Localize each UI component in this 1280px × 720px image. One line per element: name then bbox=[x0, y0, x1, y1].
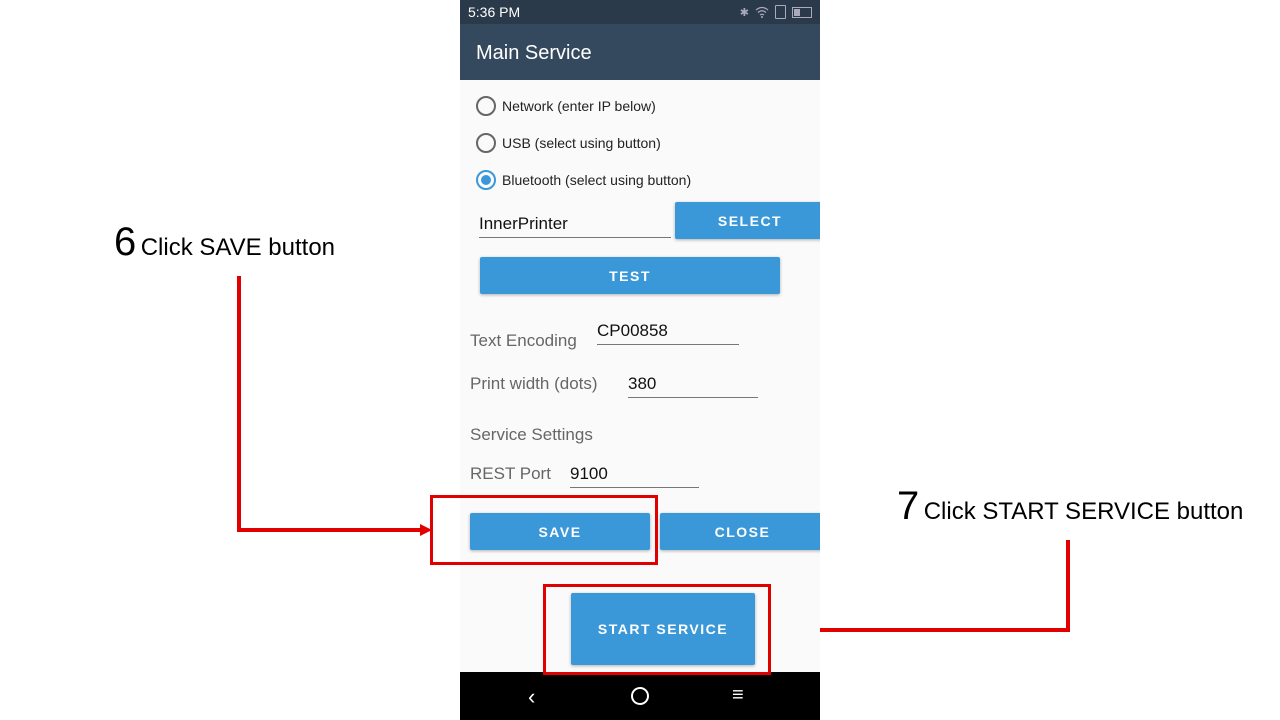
back-icon[interactable]: ‹ bbox=[528, 684, 535, 710]
save-highlight-box bbox=[430, 495, 658, 565]
step7-text: Click START SERVICE button bbox=[923, 498, 1244, 525]
menu-icon[interactable]: ≡ bbox=[732, 684, 744, 707]
step6-line-horizontal bbox=[237, 528, 421, 532]
text-encoding-field[interactable]: CP00858 bbox=[597, 321, 739, 345]
test-button[interactable]: TEST bbox=[480, 257, 780, 294]
radio-bluetooth[interactable]: Bluetooth (select using button) bbox=[476, 170, 691, 190]
app-bar: Main Service bbox=[460, 24, 820, 80]
rest-port-field[interactable]: 9100 bbox=[570, 464, 699, 488]
step6-number: 6 bbox=[114, 220, 137, 264]
rest-port-label: REST Port bbox=[470, 464, 551, 483]
radio-usb-label: USB (select using button) bbox=[502, 135, 661, 151]
status-time: 5:36 PM bbox=[468, 4, 521, 20]
step7-line-vertical bbox=[1066, 540, 1070, 632]
service-settings-heading: Service Settings bbox=[470, 425, 593, 444]
printer-name-field[interactable]: InnerPrinter bbox=[479, 214, 671, 238]
page-title: Main Service bbox=[476, 42, 592, 64]
step7-line-horizontal bbox=[780, 628, 1070, 632]
step7-annotation: 7 Click START SERVICE button bbox=[897, 484, 1243, 529]
step6-text: Click SAVE button bbox=[140, 234, 336, 261]
wifi-icon bbox=[755, 6, 769, 18]
status-icons: ✱ bbox=[740, 5, 812, 19]
radio-network-label: Network (enter IP below) bbox=[502, 98, 656, 114]
radio-bluetooth-label: Bluetooth (select using button) bbox=[502, 172, 692, 188]
sim-icon bbox=[775, 5, 786, 19]
text-encoding-label: Text Encoding bbox=[470, 331, 577, 350]
radio-network-circle[interactable] bbox=[476, 96, 496, 116]
print-width-label: Print width (dots) bbox=[470, 374, 598, 393]
nav-bar: ‹ ≡ bbox=[460, 672, 820, 720]
battery-icon bbox=[792, 6, 812, 18]
start-service-highlight-box bbox=[543, 584, 771, 675]
bluetooth-icon: ✱ bbox=[739, 6, 749, 19]
radio-usb-circle[interactable] bbox=[476, 133, 496, 153]
radio-network[interactable]: Network (enter IP below) bbox=[476, 96, 656, 116]
close-button[interactable]: CLOSE bbox=[660, 513, 820, 550]
step6-line-vertical bbox=[237, 276, 241, 532]
radio-usb[interactable]: USB (select using button) bbox=[476, 133, 661, 153]
select-button[interactable]: SELECT bbox=[675, 202, 820, 239]
home-icon[interactable] bbox=[631, 687, 649, 705]
step7-number: 7 bbox=[897, 484, 920, 528]
status-bar: 5:36 PM ✱ bbox=[460, 0, 820, 24]
step6-annotation: 6 Click SAVE button bbox=[114, 220, 335, 265]
radio-bluetooth-circle[interactable] bbox=[476, 170, 496, 190]
print-width-field[interactable]: 380 bbox=[628, 374, 758, 398]
